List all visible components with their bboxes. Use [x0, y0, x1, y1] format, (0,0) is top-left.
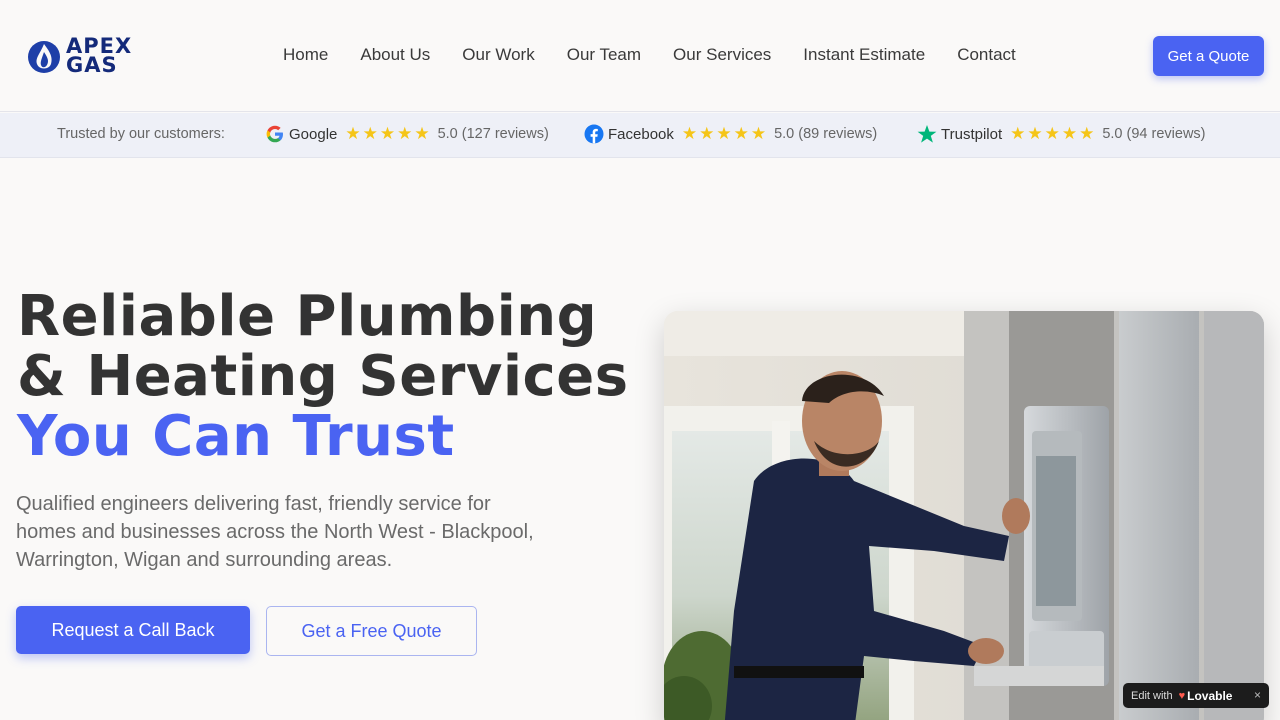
review-score: 5.0 (94 reviews): [1102, 126, 1206, 142]
nav-contact[interactable]: Contact: [957, 45, 1016, 65]
engineer-boiler-illustration: [664, 311, 1264, 720]
nav-our-services[interactable]: Our Services: [673, 45, 771, 65]
hero-title-line-2: & Heating Services: [17, 344, 629, 409]
platform-name: Facebook: [608, 125, 674, 143]
facebook-review[interactable]: Facebook ★★★★★ 5.0 (89 reviews): [584, 124, 877, 144]
nav-about-us[interactable]: About Us: [360, 45, 430, 65]
hero-subtitle: Qualified engineers delivering fast, fri…: [16, 493, 534, 571]
trustpilot-review[interactable]: Trustpilot ★★★★★ 5.0 (94 reviews): [917, 124, 1206, 144]
google-review[interactable]: Google ★★★★★ 5.0 (127 reviews): [265, 124, 549, 144]
star-rating: ★★★★★: [345, 124, 432, 143]
hero-title-line-1: Reliable Plumbing: [17, 284, 598, 349]
main-nav: Home About Us Our Work Our Team Our Serv…: [283, 45, 1016, 65]
nav-home[interactable]: Home: [283, 45, 328, 65]
trustpilot-star-icon: [917, 124, 937, 144]
platform-name: Trustpilot: [941, 125, 1003, 143]
flame-logo-icon: [28, 41, 60, 73]
logo-line-2: GAS: [66, 53, 118, 77]
nav-our-team[interactable]: Our Team: [567, 45, 641, 65]
badge-brand: Lovable: [1187, 688, 1233, 703]
star-rating: ★★★★★: [1010, 124, 1097, 143]
star-rating: ★★★★★: [681, 124, 769, 143]
nav-instant-estimate[interactable]: Instant Estimate: [803, 45, 925, 65]
hero-title: Reliable Plumbing & Heating Services You…: [17, 287, 657, 467]
facebook-icon: [584, 124, 604, 144]
badge-prefix: Edit with: [1131, 689, 1173, 702]
review-score: 5.0 (127 reviews): [437, 126, 549, 142]
hero-engineer-image: [664, 311, 1264, 720]
reviews-bar: Trusted by our customers: Google ★★★★★ 5…: [0, 113, 1280, 158]
lovable-heart-icon: ♥: [1178, 689, 1186, 702]
hero-title-accent: You Can Trust: [17, 404, 455, 469]
request-call-back-button[interactable]: Request a Call Back: [16, 606, 250, 654]
close-icon[interactable]: ×: [1254, 688, 1261, 702]
nav-our-work[interactable]: Our Work: [462, 45, 534, 65]
logo-wordmark: APEX GAS: [66, 36, 132, 77]
get-free-quote-button[interactable]: Get a Free Quote: [266, 606, 477, 656]
apex-gas-logo[interactable]: APEX GAS: [26, 36, 132, 76]
get-a-quote-button[interactable]: Get a Quote: [1153, 36, 1264, 76]
edit-with-lovable-badge[interactable]: Edit with ♥ Lovable ×: [1123, 683, 1269, 708]
google-icon: [265, 124, 285, 144]
platform-name: Google: [289, 125, 338, 143]
trusted-label: Trusted by our customers:: [57, 126, 225, 142]
review-score: 5.0 (89 reviews): [774, 126, 878, 142]
site-header: APEX GAS Home About Us Our Work Our Team…: [0, 0, 1280, 112]
